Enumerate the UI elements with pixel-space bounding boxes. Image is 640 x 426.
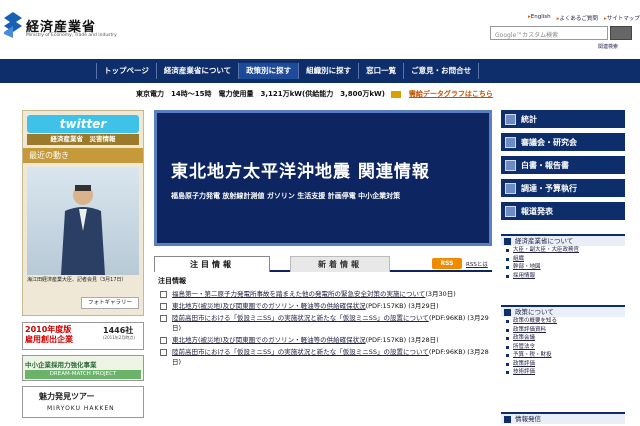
about-ministry-section: 経済産業省について 大臣・副大臣・大臣政務官 組織 幹部・地図 採用情報 (501, 234, 625, 280)
bullet-icon (160, 349, 167, 356)
bullet-icon (160, 315, 167, 322)
header: 経済産業省 Ministry of Economy, Trade and Ind… (0, 0, 640, 56)
hero-subtitle: 福島原子力発電 放射線計測値 ガソリン 生活支援 計画停電 中小企業対策 (171, 192, 401, 200)
sidebar-link[interactable]: 政策会議 (501, 334, 625, 343)
utility-links: ▸English ▸よくあるご質問 ▸サイトマップ (528, 14, 640, 22)
rss-about-link[interactable]: RSSとは (466, 260, 488, 268)
menu-councils[interactable]: 審議会・研究会 (501, 133, 625, 152)
section-heading[interactable]: 政策について (501, 305, 625, 317)
photo-gallery-button[interactable]: フォトギャラリー (81, 297, 139, 309)
miryoku-banner[interactable]: 魅力発見ツアー MIRYOKU HAKKEN (22, 386, 144, 418)
list-item: 福島第一・第二原子力発電所事故を踏まえた他の発電所の緊急安全対策の実施について(… (158, 289, 490, 299)
link-english[interactable]: ▸English (528, 14, 551, 22)
news-link[interactable]: 東北地方(被災地)及び関東圏でのガソリン・軽油等の供給確保状況 (172, 336, 366, 344)
menu-statistics[interactable]: 統計 (501, 110, 625, 129)
sidebar-link[interactable]: 幹部・地図 (501, 263, 625, 272)
sidebar-link[interactable]: 政策評価資料 (501, 326, 625, 335)
press-conference-photo[interactable] (27, 167, 139, 275)
section-heading[interactable]: 情報発信 (501, 412, 625, 424)
twitter-subtitle: 経済産業省 災害情報 (27, 134, 139, 145)
news-heading: 注目情報 (158, 277, 186, 285)
arrow-icon (504, 416, 511, 423)
statistics-icon (505, 114, 516, 125)
banner-subtitle: DREAM-MATCH PROJECT (25, 370, 141, 379)
banner-title: 中小企業採用力強化事業 (25, 361, 97, 369)
twitter-panel: twitter 経済産業省 災害情報 最近の動き 海江田経済産業大臣、記者会見（… (22, 110, 144, 316)
book-icon (505, 160, 516, 171)
news-date: (PDF:157KB) (3月28日) (365, 336, 439, 344)
global-nav: トップページ 経済産業省について 政策別に探す 組織別に探す 窓口一覧 ご意見・… (0, 59, 640, 83)
minister-figure-icon (61, 185, 105, 275)
news-link[interactable]: 陸前高田市における「仮設ミニSS」の実施状況と新たな「仮設ミニSS」の設置につい… (172, 348, 429, 356)
sidebar-link[interactable]: 大臣・副大臣・大臣政務官 (501, 246, 625, 255)
hero-title: 東北地方太平洋沖地震 関連情報 (171, 162, 430, 182)
section-heading[interactable]: 経済産業省について (501, 234, 625, 246)
site-subtitle: Ministry of Economy, Trade and Industry (26, 33, 117, 38)
sidebar-link[interactable]: 組織 (501, 255, 625, 264)
arrow-icon (504, 309, 511, 316)
power-graph-link[interactable]: 需給データグラフはこちら (409, 90, 493, 98)
banner-subtitle: MIRYOKU HAKKEN (47, 405, 115, 412)
nav-policy[interactable]: 政策別に探す (238, 63, 299, 79)
list-item: 陸前高田市における「仮設ミニSS」の実施状況と新たな「仮設ミニSS」の設置につい… (158, 347, 490, 367)
search-input[interactable]: Google™カスタム検索 (490, 26, 608, 40)
search-button[interactable] (610, 26, 632, 40)
sidebar-link[interactable]: 採用情報 (501, 272, 625, 281)
link-sitemap[interactable]: ▸サイトマップ (604, 14, 640, 22)
sidebar-link[interactable]: 所管法令 (501, 343, 625, 352)
menu-white-papers[interactable]: 白書・報告書 (501, 156, 625, 175)
news-link[interactable]: 東北地方(被災地)及び関東圏でのガソリン・軽油等の供給確保状況 (172, 302, 366, 310)
banner-note: (2011年2月時点) (103, 335, 135, 340)
nav-about[interactable]: 経済産業省について (155, 63, 238, 79)
nav-top[interactable]: トップページ (96, 63, 156, 79)
rss-icon[interactable]: RSS (432, 258, 462, 269)
list-item: 東北地方(被災地)及び関東圏でのガソリン・軽油等の供給確保状況(PDF:157K… (158, 335, 490, 345)
bullet-icon (160, 291, 167, 298)
recent-activity-heading: 最近の動き (23, 148, 143, 163)
graph-icon (390, 90, 401, 98)
advanced-search-link[interactable]: 関連検索 (598, 43, 618, 50)
sidebar-link[interactable]: 政策評価 (501, 360, 625, 369)
banner-title: 魅力発見ツアー (39, 392, 95, 401)
list-item: 陸前高田市における「仮設ミニSS」の実施状況と新たな「仮設ミニSS」の設置につい… (158, 313, 490, 333)
power-usage-text: 東京電力 14時～15時 電力使用量 3,121万kW(供給能力 3,800万k… (136, 90, 385, 98)
press-icon (505, 206, 516, 217)
bullet-icon (160, 337, 167, 344)
nav-organization[interactable]: 組織別に探す (298, 63, 358, 79)
twitter-logo[interactable]: twitter (27, 115, 139, 133)
power-usage-bar: 東京電力 14時～15時 電力使用量 3,121万kW(供給能力 3,800万k… (136, 89, 493, 99)
dream-match-banner[interactable]: 中小企業採用力強化事業 DREAM-MATCH PROJECT (22, 355, 144, 381)
menu-press-releases[interactable]: 報道発表 (501, 202, 625, 221)
tab-featured[interactable]: 注目情報 (154, 256, 270, 272)
link-faq[interactable]: ▸よくあるご質問 (557, 14, 598, 22)
policy-section: 政策について 政策の概要を知る 政策評価資料 政策会議 所管法令 予算・税・財投… (501, 305, 625, 377)
photo-caption: 海江田経済産業大臣、記者会見（3月17日） (27, 277, 127, 283)
menu-procurement[interactable]: 調達・予算執行 (501, 179, 625, 198)
nav-contacts[interactable]: 窓口一覧 (358, 63, 403, 79)
earthquake-hero-banner[interactable]: 東北地方太平洋沖地震 関連情報 福島原子力発電 放射線計測値 ガソリン 生活支援… (154, 110, 492, 246)
banner-year: 2010年度版 雇用創出企業 (25, 325, 73, 344)
featured-news-list: 注目情報 福島第一・第二原子力発電所事故を踏まえた他の発電所の緊急安全対策の実施… (158, 276, 490, 369)
news-link[interactable]: 陸前高田市における「仮設ミニSS」の実施状況と新たな「仮設ミニSS」の設置につい… (172, 314, 429, 322)
news-date: (PDF:157KB) (3月29日) (365, 302, 439, 310)
news-link[interactable]: 福島第一・第二原子力発電所事故を踏まえた他の発電所の緊急安全対策の実施について (172, 290, 425, 298)
sidebar-link[interactable]: 政策の概要を知る (501, 317, 625, 326)
arrow-icon (504, 238, 511, 245)
council-icon (505, 137, 516, 148)
news-date: (3月30日) (425, 290, 456, 298)
employment-banner[interactable]: 2010年度版 雇用創出企業 1446社 (2011年2月時点) (22, 322, 144, 350)
tab-latest[interactable]: 新着情報 (290, 256, 390, 272)
sidebar-link[interactable]: 予算・税・財投 (501, 351, 625, 360)
procurement-icon (505, 183, 516, 194)
nav-inquiry[interactable]: ご意見・お問合せ (403, 63, 480, 79)
meti-logo-icon[interactable] (4, 12, 22, 38)
bullet-icon (160, 303, 167, 310)
sidebar-link[interactable]: 技術評価 (501, 368, 625, 377)
list-item: 東北地方(被災地)及び関東圏でのガソリン・軽油等の供給確保状況(PDF:157K… (158, 301, 490, 311)
info-section: 情報発信 (501, 412, 625, 424)
